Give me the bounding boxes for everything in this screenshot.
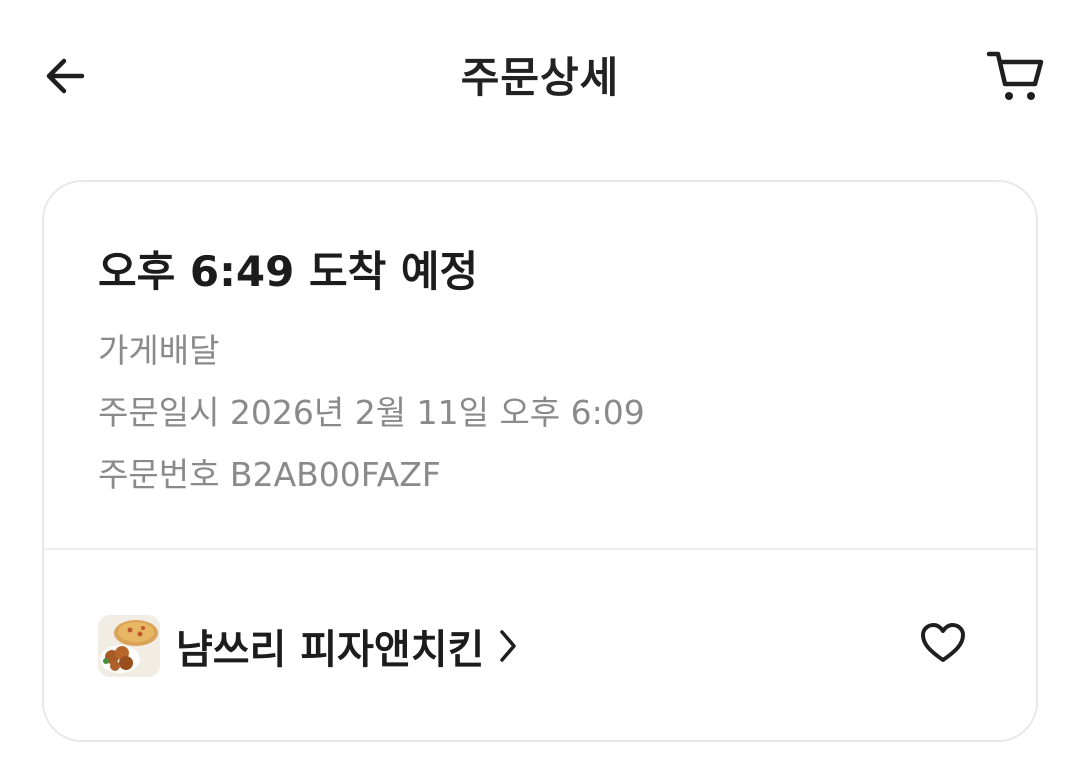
cart-button[interactable] bbox=[980, 44, 1050, 108]
order-date: 주문일시 2026년 2월 11일 오후 6:09 bbox=[98, 393, 645, 432]
page-title: 주문상세 bbox=[460, 53, 620, 102]
order-number: 주문번호 B2AB00FAZF bbox=[98, 455, 441, 494]
store-section: 냠쓰리 피자앤치킨 bbox=[44, 550, 1036, 740]
cart-icon bbox=[986, 51, 1044, 100]
delivery-type: 가게배달 bbox=[98, 331, 220, 370]
heart-outline-icon bbox=[921, 623, 965, 662]
store-name: 냠쓰리 피자앤치킨 bbox=[176, 627, 485, 673]
store-thumbnail bbox=[98, 615, 160, 677]
order-info-section: 오후 6:49 도착 예정 가게배달 주문일시 2026년 2월 11일 오후 … bbox=[44, 182, 1036, 550]
store-link[interactable]: 냠쓰리 피자앤치킨 bbox=[98, 614, 518, 678]
pizza-chicken-thumbnail bbox=[98, 615, 160, 677]
arrival-time: 오후 6:49 도착 예정 bbox=[98, 247, 479, 296]
order-detail-card: 오후 6:49 도착 예정 가게배달 주문일시 2026년 2월 11일 오후 … bbox=[42, 180, 1038, 742]
favorite-button[interactable] bbox=[916, 616, 970, 670]
top-app-bar: 주문상세 bbox=[0, 0, 1080, 150]
chevron-right-icon bbox=[498, 628, 518, 664]
